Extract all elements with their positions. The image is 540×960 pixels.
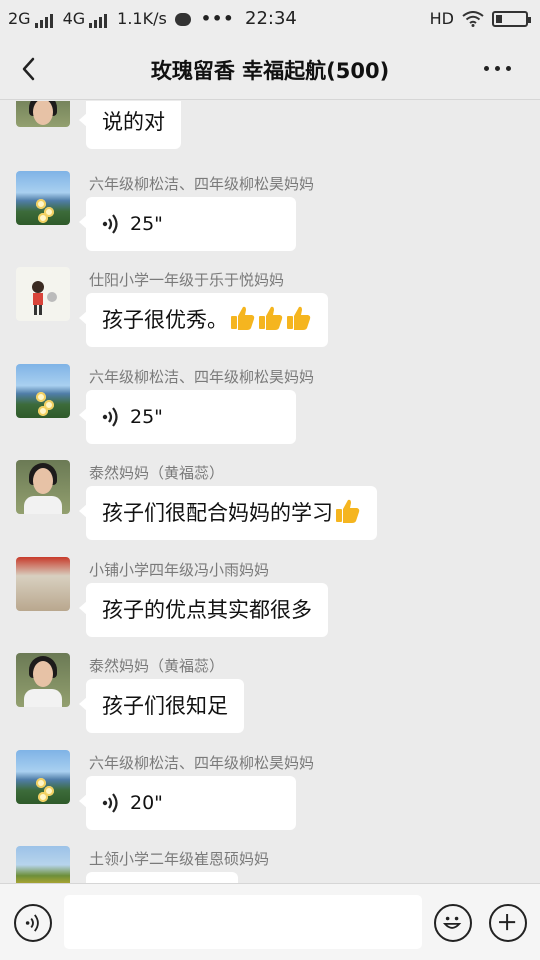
voice-message-bubble[interactable]: 25" bbox=[79, 197, 296, 251]
message-item: 说的对 bbox=[0, 101, 540, 149]
message-bubble[interactable]: 孩子们很知足 bbox=[79, 679, 244, 733]
sender-avatar[interactable] bbox=[16, 364, 70, 418]
status-left: 2G 4G 1.1K/s ••• bbox=[8, 9, 235, 28]
thumbs-up-icon bbox=[228, 306, 256, 332]
sender-name: 泰然妈妈（黄福蕊） bbox=[89, 657, 225, 675]
sender-name: 泰然妈妈（黄福蕊） bbox=[89, 464, 225, 482]
thumbs-up-icon bbox=[284, 306, 312, 332]
message-bubble[interactable] bbox=[86, 872, 238, 883]
message-item: 仕阳小学一年级于乐于悦妈妈 孩子很优秀。 bbox=[0, 267, 540, 347]
message-list[interactable]: 说的对 六年级柳松洁、四年级柳松昊妈妈 25" 仕阳小学一年级于乐于悦妈妈 孩子… bbox=[0, 101, 540, 883]
dot-icon bbox=[484, 65, 489, 71]
network-speed: 1.1K/s bbox=[117, 9, 167, 28]
chat-header: 玫瑰留香 幸福起航(500) bbox=[0, 38, 540, 100]
wifi-icon bbox=[462, 10, 484, 27]
hd-indicator: HD bbox=[429, 9, 454, 28]
sender-name: 小铺小学四年级冯小雨妈妈 bbox=[89, 561, 270, 579]
battery-icon bbox=[492, 10, 531, 27]
dot-icon bbox=[495, 65, 500, 71]
message-bubble[interactable]: 说的对 bbox=[79, 101, 181, 149]
more-functions-button[interactable] bbox=[489, 904, 527, 942]
chat-title: 玫瑰留香 幸福起航(500) bbox=[150, 59, 390, 83]
more-notifications-icon: ••• bbox=[200, 9, 235, 28]
sender-name: 仕阳小学一年级于乐于悦妈妈 bbox=[89, 271, 285, 289]
message-bubble[interactable]: 孩子们很配合妈妈的学习 bbox=[79, 486, 377, 540]
sender-avatar[interactable] bbox=[16, 171, 70, 225]
message-item: 六年级柳松洁、四年级柳松昊妈妈 25" bbox=[0, 171, 540, 251]
voice-input-toggle[interactable] bbox=[14, 904, 52, 942]
message-item: 六年级柳松洁、四年级柳松昊妈妈 25" bbox=[0, 364, 540, 444]
voice-duration: 25" bbox=[130, 406, 163, 428]
voice-duration: 25" bbox=[130, 213, 163, 235]
network-4g: 4G bbox=[63, 9, 108, 28]
voice-icon bbox=[25, 914, 39, 932]
clock: 22:34 bbox=[245, 8, 297, 29]
emoji-button[interactable] bbox=[434, 904, 472, 942]
message-text: 孩子很优秀。 bbox=[102, 308, 228, 332]
message-item: 泰然妈妈（黄福蕊） 孩子们很知足 bbox=[0, 653, 540, 733]
sender-avatar[interactable] bbox=[16, 460, 70, 514]
thumbs-up-icon bbox=[333, 499, 361, 525]
message-notification-icon bbox=[174, 13, 191, 26]
signal-icon bbox=[34, 14, 53, 28]
status-right: HD bbox=[429, 9, 531, 28]
sender-name: 六年级柳松洁、四年级柳松昊妈妈 bbox=[89, 368, 315, 386]
sender-avatar[interactable] bbox=[16, 653, 70, 707]
more-options-button[interactable] bbox=[484, 60, 518, 76]
voice-wave-icon bbox=[102, 407, 118, 427]
network-4g-label: 4G bbox=[62, 9, 86, 28]
message-text: 孩子们很配合妈妈的学习 bbox=[102, 501, 333, 525]
status-bar: 2G 4G 1.1K/s ••• 22:34 HD bbox=[0, 0, 540, 38]
message-item: 泰然妈妈（黄福蕊） 孩子们很配合妈妈的学习 bbox=[0, 460, 540, 540]
dot-icon bbox=[506, 65, 511, 71]
sender-avatar[interactable] bbox=[16, 267, 70, 321]
sender-name: 土领小学二年级崔恩硕妈妈 bbox=[89, 850, 270, 868]
network-2g-label: 2G bbox=[8, 9, 31, 28]
voice-message-bubble[interactable]: 20" bbox=[79, 776, 296, 830]
voice-wave-icon bbox=[102, 793, 118, 813]
voice-duration: 20" bbox=[130, 792, 163, 814]
network-2g: 2G bbox=[8, 9, 53, 28]
smiley-icon bbox=[442, 916, 462, 929]
input-bar bbox=[0, 883, 540, 960]
sender-avatar[interactable] bbox=[16, 846, 70, 883]
battery-level bbox=[496, 14, 502, 23]
message-text: 说的对 bbox=[102, 110, 165, 134]
message-bubble[interactable]: 孩子的优点其实都很多 bbox=[79, 583, 328, 637]
message-text: 孩子的优点其实都很多 bbox=[102, 598, 312, 622]
message-item: 六年级柳松洁、四年级柳松昊妈妈 20" bbox=[0, 750, 540, 830]
signal-icon bbox=[89, 14, 108, 28]
voice-wave-icon bbox=[102, 214, 118, 234]
voice-message-bubble[interactable]: 25" bbox=[79, 390, 296, 444]
sender-avatar[interactable] bbox=[16, 557, 70, 611]
message-text: 孩子们很知足 bbox=[102, 694, 228, 718]
sender-avatar[interactable] bbox=[16, 750, 70, 804]
plus-icon bbox=[499, 914, 516, 931]
sender-name: 六年级柳松洁、四年级柳松昊妈妈 bbox=[89, 175, 315, 193]
thumbs-up-icon bbox=[256, 306, 284, 332]
sender-avatar[interactable] bbox=[16, 101, 70, 127]
message-input[interactable] bbox=[64, 895, 422, 949]
sender-name: 六年级柳松洁、四年级柳松昊妈妈 bbox=[89, 754, 315, 772]
message-bubble[interactable]: 孩子很优秀。 bbox=[79, 293, 328, 347]
